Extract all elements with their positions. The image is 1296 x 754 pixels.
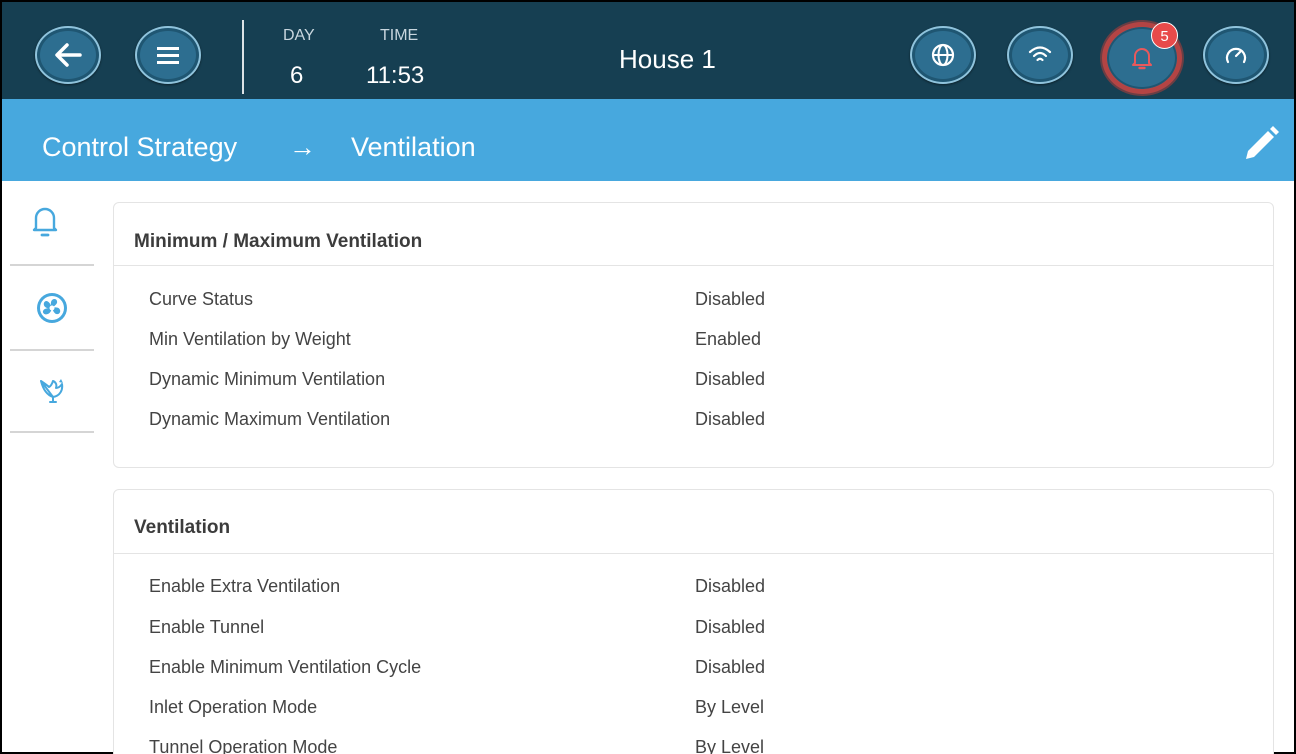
time-label: TIME [380, 27, 419, 44]
edit-button[interactable] [1240, 123, 1282, 165]
row-label-enable-tunnel: Enable Tunnel [149, 617, 265, 637]
row-value-dynamic-max-vent: Disabled [695, 409, 766, 429]
breadcrumb-parent[interactable]: Control Strategy [42, 132, 237, 163]
network-button[interactable] [1007, 26, 1073, 84]
row-value-dynamic-min-vent: Disabled [695, 369, 766, 389]
menu-icon [157, 47, 179, 64]
sidebar-item-alarms[interactable] [10, 181, 94, 264]
row-value-tunnel-operation-mode: By Level [695, 737, 765, 754]
row-label-curve-status: Curve Status [149, 289, 254, 309]
sidebar-item-fans[interactable] [10, 266, 94, 349]
breadcrumb-separator: → [289, 132, 316, 162]
back-arrow-icon [55, 43, 82, 67]
row-value-enable-tunnel: Disabled [695, 617, 766, 637]
top-bar: DAY 6 TIME 11:53 House 1 5 [2, 2, 1294, 99]
section-title: Ventilation [134, 517, 231, 538]
section-divider [114, 553, 1273, 554]
fan-icon [37, 292, 67, 323]
row-value-extra-ventilation: Disabled [695, 576, 766, 596]
section-divider [114, 265, 1273, 266]
row-value-inlet-operation-mode: By Level [695, 697, 765, 717]
day-value: 6 [290, 62, 304, 89]
time-value: 11:53 [366, 62, 425, 89]
gauge-icon [1225, 47, 1247, 64]
row-label-min-vent-by-weight: Min Ventilation by Weight [149, 329, 351, 349]
row-value-min-vent-cycle: Disabled [695, 657, 766, 677]
section-card: Minimum / Maximum Ventilation Curve Stat… [113, 202, 1274, 468]
row-label-inlet-operation-mode: Inlet Operation Mode [149, 697, 318, 717]
breadcrumb-current: Ventilation [351, 132, 476, 162]
row-value-curve-status: Disabled [695, 289, 766, 309]
day-label: DAY [283, 27, 315, 44]
row-value-min-vent-by-weight: Enabled [695, 329, 762, 349]
header-separator [242, 20, 244, 94]
section-title: Minimum / Maximum Ventilation [134, 231, 423, 252]
back-button[interactable] [35, 26, 101, 84]
house-title: House 1 [619, 44, 716, 74]
row-label-dynamic-min-vent: Dynamic Minimum Ventilation [149, 369, 386, 389]
menu-button[interactable] [135, 26, 201, 84]
pencil-icon [1246, 126, 1279, 159]
globe-icon [931, 43, 955, 67]
sidebar-divider [10, 431, 94, 433]
row-label-tunnel-operation-mode: Tunnel Operation Mode [149, 737, 338, 754]
bird-icon [40, 378, 64, 403]
dashboard-button[interactable] [1203, 26, 1269, 84]
wifi-icon [1028, 46, 1052, 62]
language-button[interactable] [910, 26, 976, 84]
row-label-min-vent-cycle: Enable Minimum Ventilation Cycle [149, 657, 422, 677]
bell-icon [1132, 48, 1152, 70]
row-label-dynamic-max-vent: Dynamic Maximum Ventilation [149, 409, 391, 429]
sidebar-item-birds[interactable] [10, 349, 94, 432]
bell-icon [32, 207, 58, 236]
section-card: Ventilation Enable Extra Ventilation Dis… [113, 489, 1274, 754]
row-label-extra-ventilation: Enable Extra Ventilation [149, 576, 341, 596]
alarm-count-badge: 5 [1151, 22, 1178, 49]
